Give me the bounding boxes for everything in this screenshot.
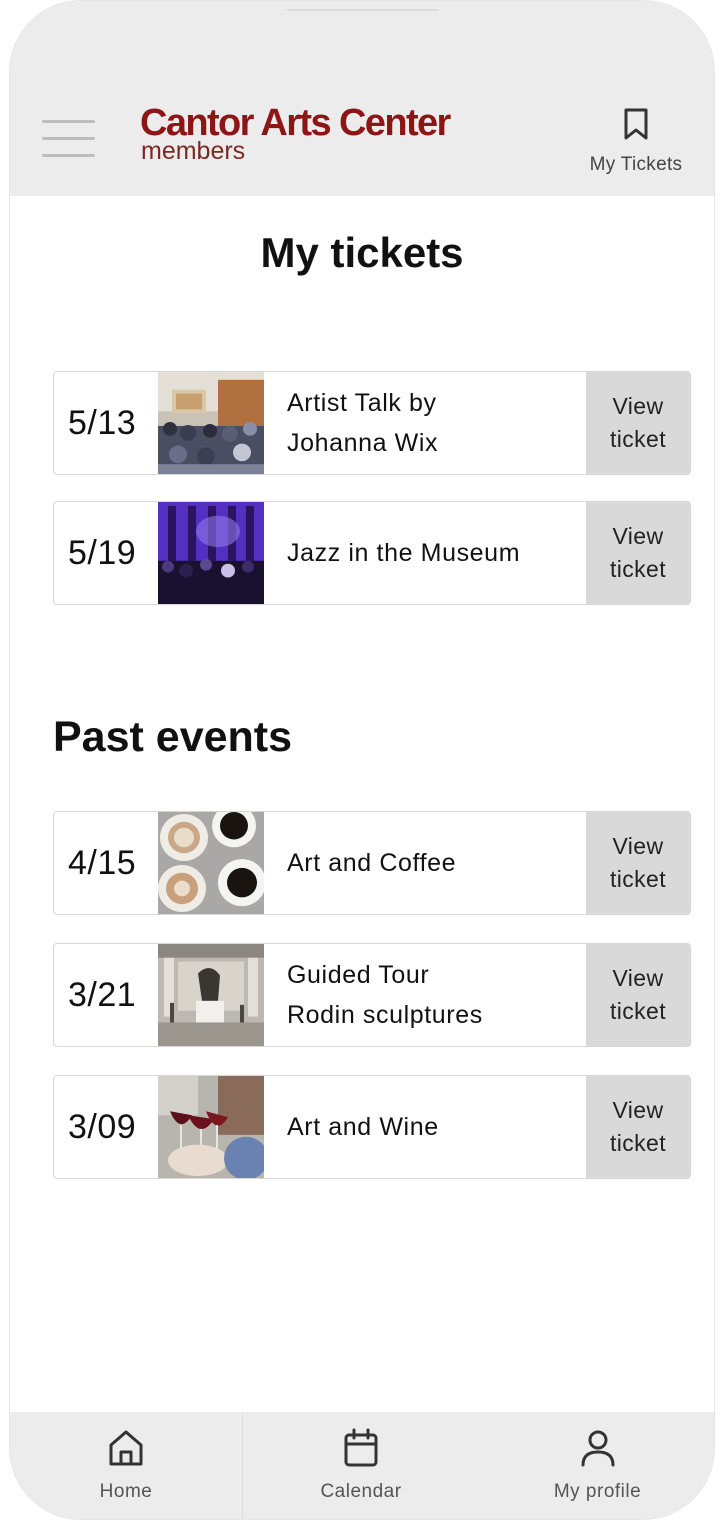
calendar-icon (344, 1428, 378, 1467)
hamburger-menu-icon[interactable] (42, 120, 95, 160)
page-title: My tickets (260, 229, 464, 276)
past-events-heading: Past events (53, 713, 293, 761)
nav-home-label: Home (99, 1481, 153, 1502)
lecture-audience-image (158, 372, 264, 474)
ticket-card[interactable]: 3/09 Art and Wine View ticket (53, 1075, 691, 1179)
nav-my-profile-label: My profile (553, 1481, 642, 1502)
phone-screen: Cantor Arts Center members My Tickets My… (9, 0, 715, 1520)
nav-calendar-label: Calendar (320, 1481, 402, 1502)
user-icon (581, 1430, 614, 1467)
event-date: 5/13 (68, 403, 137, 442)
event-date: 3/09 (68, 1107, 137, 1146)
event-title: Art and Coffee (287, 849, 457, 877)
view-ticket-button[interactable]: View ticket (586, 812, 690, 914)
event-title: Jazz in the Museum (287, 539, 521, 567)
event-date: 3/21 (68, 975, 137, 1014)
ticket-card[interactable]: 4/15 Art and Coffee View ticket (53, 811, 691, 915)
nav-calendar[interactable]: Calendar (243, 1412, 479, 1519)
brand-logo[interactable]: Cantor Arts Center members (140, 101, 451, 164)
coffee-cups-image (158, 812, 264, 914)
my-tickets-label: My Tickets (589, 154, 683, 175)
event-date: 4/15 (68, 843, 137, 882)
rodin-gallery-image (158, 944, 264, 1046)
nav-my-profile[interactable]: My profile (479, 1412, 714, 1519)
event-title: Artist Talk by Johanna Wix (287, 389, 439, 457)
wine-toast-image (158, 1076, 264, 1178)
status-notch (287, 9, 439, 11)
view-ticket-button[interactable]: View ticket (586, 372, 690, 474)
nav-home[interactable]: Home (10, 1412, 242, 1519)
event-title: Guided Tour Rodin sculptures (287, 961, 483, 1029)
view-ticket-button[interactable]: View ticket (586, 1076, 690, 1178)
bottom-navigation: Home Calendar My profile (10, 1412, 714, 1519)
ticket-card[interactable]: 3/21 Guided Tour Rodin sculptures View t… (53, 943, 691, 1047)
app-header: Cantor Arts Center members My Tickets (10, 1, 714, 196)
view-ticket-button[interactable]: View ticket (586, 944, 690, 1046)
home-icon (109, 1430, 143, 1466)
ticket-card[interactable]: 5/19 Jazz in the Museum View ticket (53, 501, 691, 605)
event-date: 5/19 (68, 533, 137, 572)
jazz-concert-image (158, 502, 264, 604)
my-tickets-button[interactable]: My Tickets (576, 107, 696, 176)
bookmark-icon (624, 108, 648, 140)
view-ticket-button[interactable]: View ticket (586, 502, 690, 604)
ticket-card[interactable]: 5/13 Artist Talk by Johanna Wix View tic… (53, 371, 691, 475)
event-title: Art and Wine (287, 1113, 439, 1141)
